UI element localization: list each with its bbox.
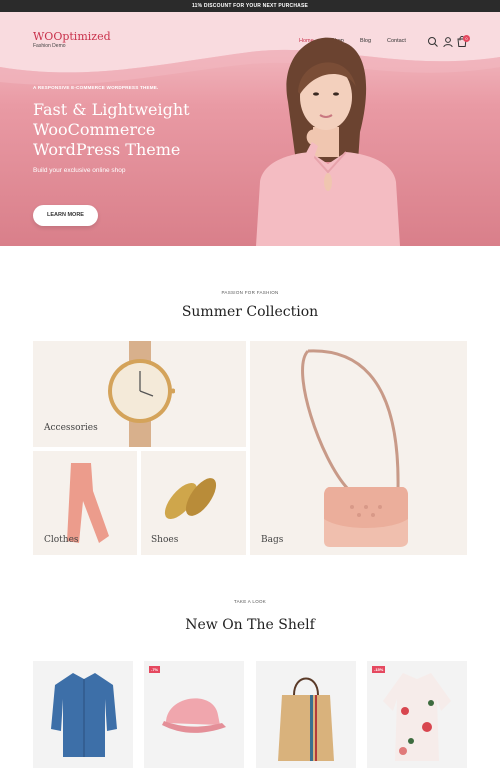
shelf-kicker: TAKE A LOOK	[233, 599, 267, 604]
search-icon[interactable]	[427, 36, 439, 48]
category-clothes[interactable]: Clothes	[33, 451, 137, 555]
user-account-icon[interactable]	[442, 36, 454, 48]
promo-bar: 11% DISCOUNT FOR YOUR NEXT PURCHASE	[0, 0, 500, 12]
tile-label: Bags	[261, 535, 284, 545]
product-card[interactable]: -15%	[367, 661, 467, 768]
hero-title-line: WooCommerce	[33, 120, 156, 139]
straw-bag-image	[278, 677, 334, 761]
product-card[interactable]	[33, 661, 133, 768]
product-card[interactable]: -7%	[144, 661, 244, 768]
site-tagline: Fashion Demo	[33, 43, 66, 49]
floral-kimono-image	[383, 673, 451, 761]
pants-image	[67, 463, 109, 543]
shelf-title: New On The Shelf	[185, 617, 315, 633]
product-card[interactable]	[256, 661, 356, 768]
watch-image	[108, 341, 175, 447]
cart-count-badge: 0	[463, 35, 470, 42]
collection-kicker: PASSION FOR FASHION	[221, 290, 279, 295]
hero-banner: WOOptimized Fashion Demo Home Shop Blog …	[0, 12, 500, 246]
learn-more-button[interactable]: LEARN MORE	[33, 205, 98, 226]
hero-model-image	[256, 37, 400, 246]
tile-label: Clothes	[44, 535, 79, 545]
shoes-image	[164, 478, 217, 520]
hero-title-line: WordPress Theme	[33, 140, 181, 159]
hero-title-line: Fast & Lightweight	[33, 100, 190, 119]
bag-image	[301, 349, 408, 547]
site-logo[interactable]: WOOptimized	[33, 30, 111, 43]
tile-label: Accessories	[44, 423, 98, 433]
hero-subtitle: Build your exclusive online shop	[33, 167, 126, 174]
tile-label: Shoes	[151, 535, 179, 545]
hero-kicker: A RESPONSIVE E-COMMERCE WORDPRESS THEME.	[33, 85, 159, 90]
hero-title: Fast & Lightweight WooCommerce WordPress…	[33, 100, 253, 160]
category-shoes[interactable]: Shoes	[141, 451, 246, 555]
category-bags[interactable]: Bags	[250, 341, 467, 555]
cap-image	[162, 698, 226, 733]
category-accessories[interactable]: Accessories	[33, 341, 246, 447]
denim-shirt-image	[51, 673, 117, 757]
sale-badge: -7%	[149, 666, 161, 673]
collection-title: Summer Collection	[181, 304, 319, 320]
